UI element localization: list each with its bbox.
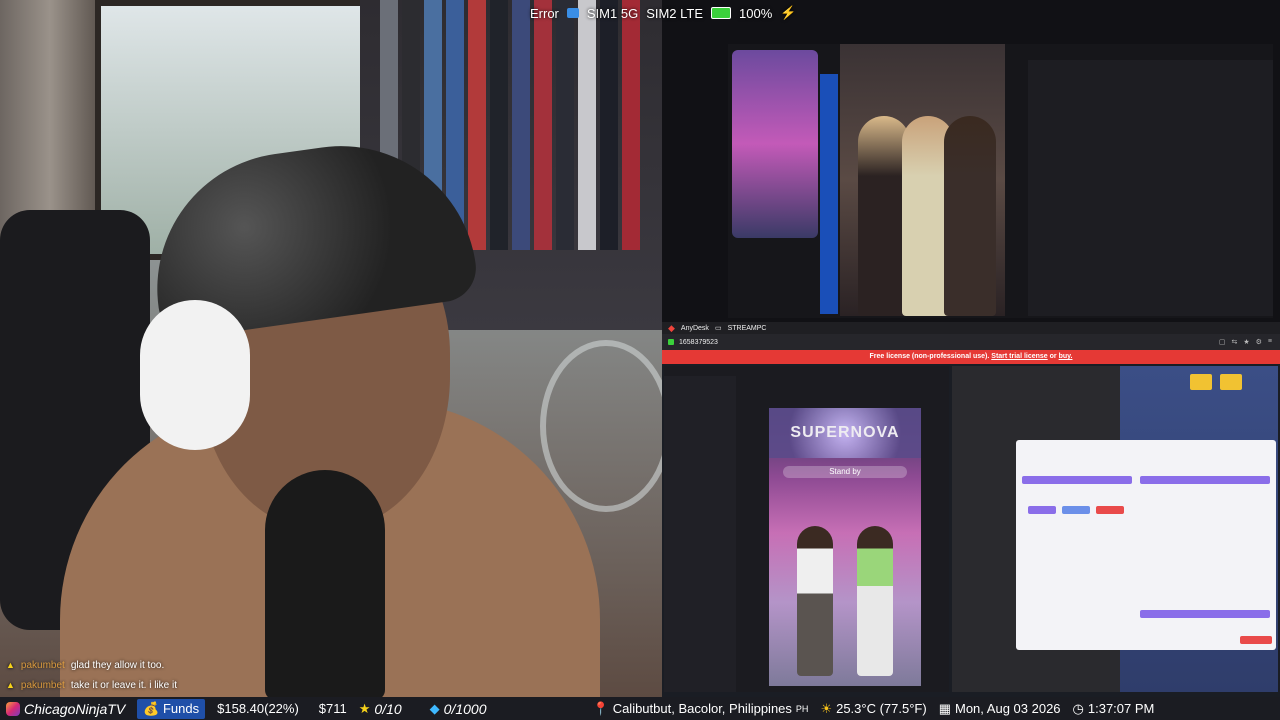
desk-fan — [540, 340, 662, 512]
warning-icon: ▲ — [6, 680, 15, 690]
funds-value: $158.40(22%) — [217, 701, 299, 716]
diamonds-count: 0/1000 — [443, 700, 487, 717]
chat-text: glad they allow it too. — [70, 659, 165, 671]
anydesk-window: ◆ AnyDesk ▭ STREAMPC 1658379523 ▢ ⇆ ★ ⚙ … — [662, 322, 1280, 697]
clock-icon: ◷ — [1072, 700, 1084, 716]
battery-icon — [711, 7, 732, 19]
anydesk-titlebar: ◆ AnyDesk ▭ STREAMPC — [662, 322, 1280, 334]
chat-message: ▲ pakumbet glad they allow it too. — [6, 655, 177, 675]
country-code: PH — [795, 703, 809, 714]
anydesk-app-name: AnyDesk — [680, 324, 709, 332]
license-banner: Free license (non-professional use). Sta… — [662, 350, 1280, 364]
folder-icon[interactable] — [1220, 374, 1243, 390]
stream-preview-thumbnail[interactable] — [732, 50, 818, 238]
menu-icon[interactable]: ≡ — [1268, 338, 1272, 346]
anydesk-address-bar: 1658379523 ▢ ⇆ ★ ⚙ ≡ — [662, 334, 1280, 350]
banner-or: or — [1049, 353, 1057, 360]
anydesk-toolbar: ▢ ⇆ ★ ⚙ ≡ — [1219, 338, 1280, 346]
live-chat-panel[interactable] — [1028, 60, 1273, 316]
channel-name: ChicagoNinjaTV — [24, 700, 126, 717]
buy-link[interactable]: buy. — [1059, 353, 1073, 360]
live-dashboard — [728, 44, 1273, 318]
desktop-wallpaper-strip — [820, 74, 838, 314]
time-text: 1:37:07 PM — [1087, 701, 1155, 716]
location-segment: 📍 Calibutbut, Bacolor, Philippines PH — [493, 701, 815, 717]
remote-desktop-windows — [952, 366, 1278, 692]
tiktok-live-window — [662, 0, 1280, 322]
device-status-bar: Error SIM1 5G SIM2 LTE 100% ⚡ — [530, 3, 796, 23]
banner-text: Free license (non-professional use). — [869, 353, 990, 360]
battle-manager-window[interactable] — [1016, 440, 1276, 650]
warning-icon: ▲ — [6, 660, 15, 670]
live-preview: SUPERNOVA Stand by — [769, 408, 921, 686]
webcam-feed — [0, 0, 662, 697]
chat-icon[interactable]: ▢ — [1219, 338, 1226, 346]
settings-icon[interactable]: ⚙ — [1256, 338, 1262, 346]
funds-label: Funds — [162, 700, 200, 716]
channel-segment: ChicagoNinjaTV — [0, 701, 131, 717]
live-studio-sidebar[interactable] — [664, 376, 736, 692]
chat-message: ▲ pakumbet take it or leave it. i like i… — [6, 675, 177, 695]
stars-segment: ★ 0/10 — [353, 701, 408, 717]
transfer-icon[interactable]: ⇆ — [1231, 338, 1237, 346]
sim1-label: SIM1 5G — [586, 5, 639, 21]
standby-label: Stand by — [783, 466, 907, 478]
battery-level: 100% — [739, 5, 773, 21]
goal-value: $711 — [318, 701, 347, 716]
instagram-icon — [6, 701, 20, 716]
star-icon: ★ — [358, 700, 371, 716]
date-text: Mon, Aug 03 2026 — [955, 701, 1061, 716]
connection-status-icon — [668, 339, 674, 345]
chat-text: take it or leave it. i like it — [70, 679, 177, 691]
stream-info-bar: ChicagoNinjaTV 💰 Funds $158.40(22%) $711… — [0, 697, 1280, 720]
funds-badge: 💰 Funds — [137, 698, 206, 719]
chat-overlay: ▲ pakumbet glad they allow it too. ▲ pak… — [6, 655, 177, 695]
location-text: Calibutbut, Bacolor, Philippines — [612, 701, 792, 716]
location-pin-icon: 📍 — [592, 700, 609, 716]
folder-icon[interactable] — [1190, 374, 1212, 390]
money-bag-icon: 💰 — [143, 700, 160, 716]
wifi-signal-icon — [566, 8, 579, 18]
chat-username: pakumbet — [20, 679, 65, 691]
diamond-icon: ◆ — [429, 700, 440, 716]
diamonds-segment: ◆ 0/1000 — [408, 701, 493, 717]
remote-desktop-screen[interactable]: SUPERNOVA Stand by — [662, 364, 1280, 697]
stream-title-banner: SUPERNOVA — [769, 408, 921, 458]
monitor-icon: ▭ — [714, 325, 722, 332]
anydesk-logo-icon: ◆ — [668, 322, 675, 333]
charging-bolt-icon: ⚡ — [780, 5, 797, 20]
session-tab[interactable]: STREAMPC — [728, 325, 767, 332]
error-label: Error — [530, 5, 559, 21]
remote-address[interactable]: 1658379523 — [679, 339, 718, 346]
weather-segment: ☀ 25.3°C (77.5°F) — [814, 701, 932, 717]
start-trial-link[interactable]: Start trial license — [991, 353, 1047, 360]
funds-segment: 💰 Funds — [131, 698, 211, 719]
headphones — [140, 300, 250, 450]
date-segment: ▦ Mon, Aug 03 2026 — [933, 701, 1067, 717]
weather-sun-icon: ☀ — [820, 700, 833, 716]
time-segment: ◷ 1:37:07 PM — [1067, 701, 1161, 717]
star-icon[interactable]: ★ — [1243, 338, 1249, 346]
stars-count: 0/10 — [374, 700, 402, 717]
live-video-feed — [840, 44, 1005, 316]
desktop-folders — [1188, 372, 1278, 412]
microphone — [265, 470, 385, 697]
live-studio-app: SUPERNOVA Stand by — [664, 366, 949, 692]
sim2-label: SIM2 LTE — [646, 5, 704, 21]
chat-username: pakumbet — [20, 659, 65, 671]
temperature: 25.3°C (77.5°F) — [836, 701, 927, 716]
calendar-icon: ▦ — [938, 700, 951, 716]
